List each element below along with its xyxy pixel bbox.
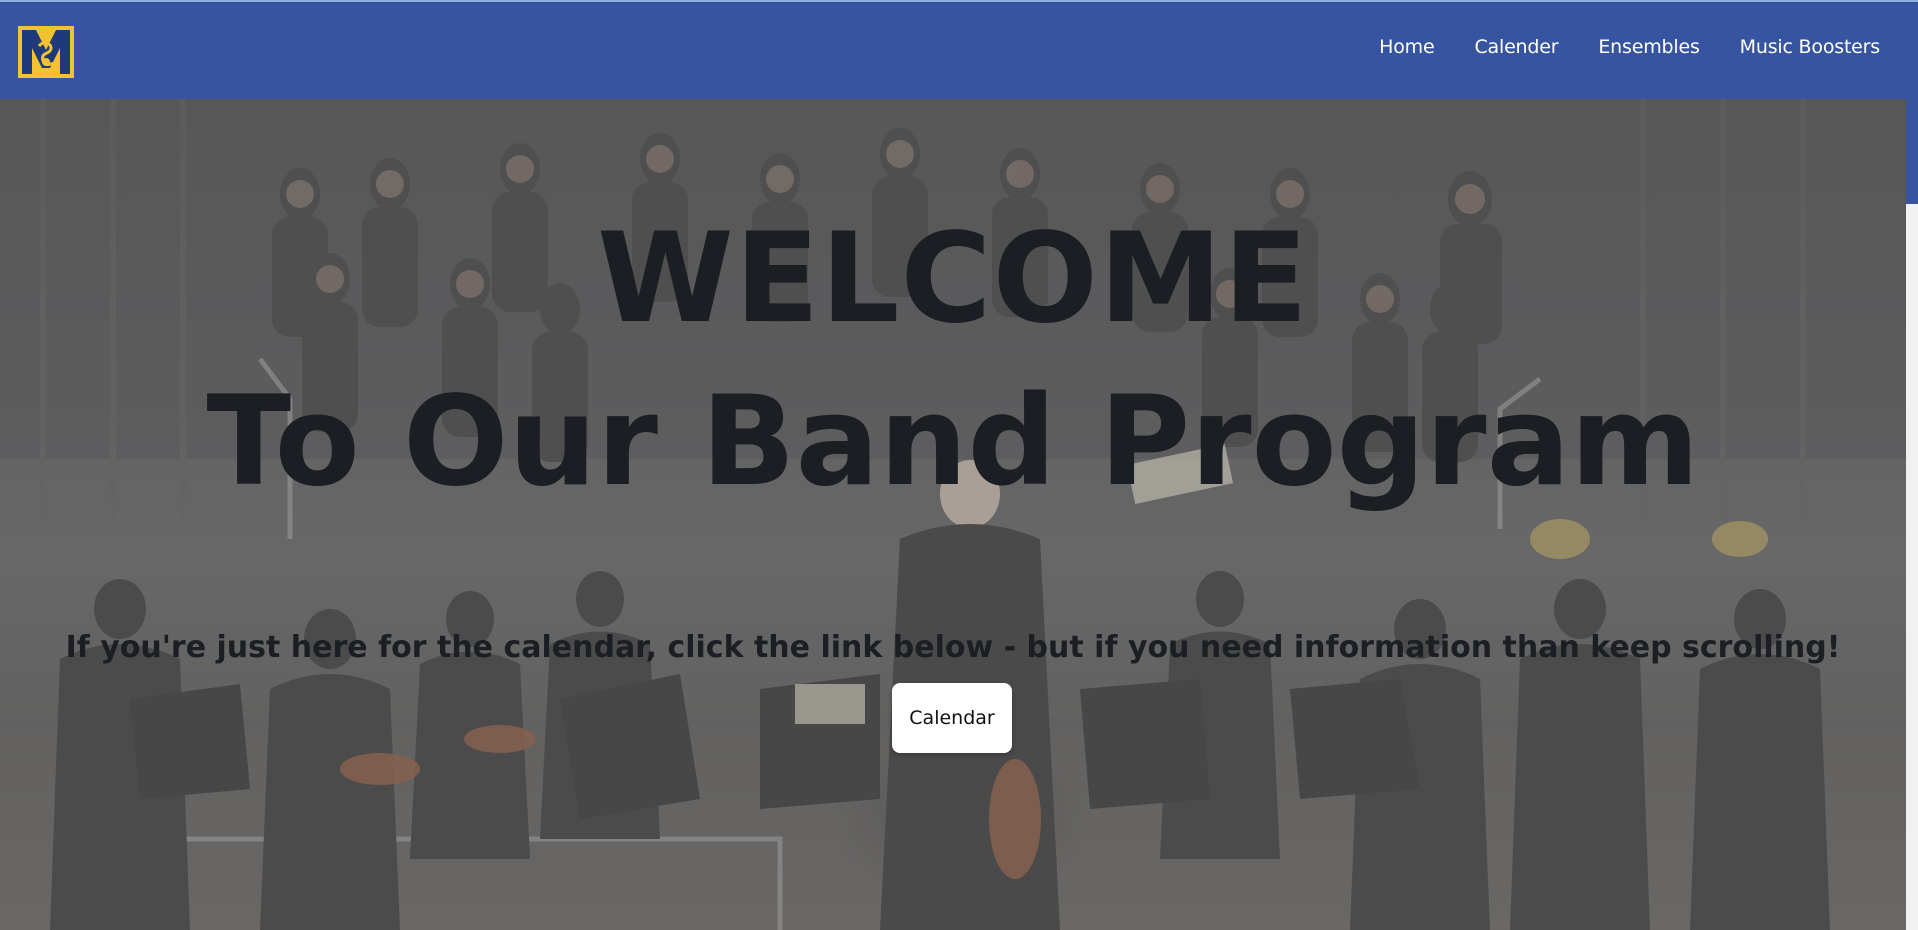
- nav-home[interactable]: Home: [1379, 36, 1435, 58]
- program-heading: To Our Band Program: [206, 370, 1700, 514]
- nav-ensembles[interactable]: Ensembles: [1598, 36, 1699, 58]
- welcome-heading: WELCOME: [596, 207, 1309, 351]
- nav-links: Home Calender Ensembles Music Boosters: [1379, 36, 1880, 58]
- navbar: Home Calender Ensembles Music Boosters: [0, 2, 1918, 99]
- calendar-button[interactable]: Calendar: [892, 683, 1012, 753]
- nav-music-boosters[interactable]: Music Boosters: [1740, 36, 1881, 58]
- nav-calender[interactable]: Calender: [1474, 36, 1558, 58]
- hero-subtitle: If you're just here for the calendar, cl…: [65, 630, 1841, 665]
- scrollbar-track[interactable]: [1906, 99, 1918, 930]
- scrollbar-thumb[interactable]: [1906, 99, 1918, 204]
- school-logo[interactable]: [16, 24, 76, 80]
